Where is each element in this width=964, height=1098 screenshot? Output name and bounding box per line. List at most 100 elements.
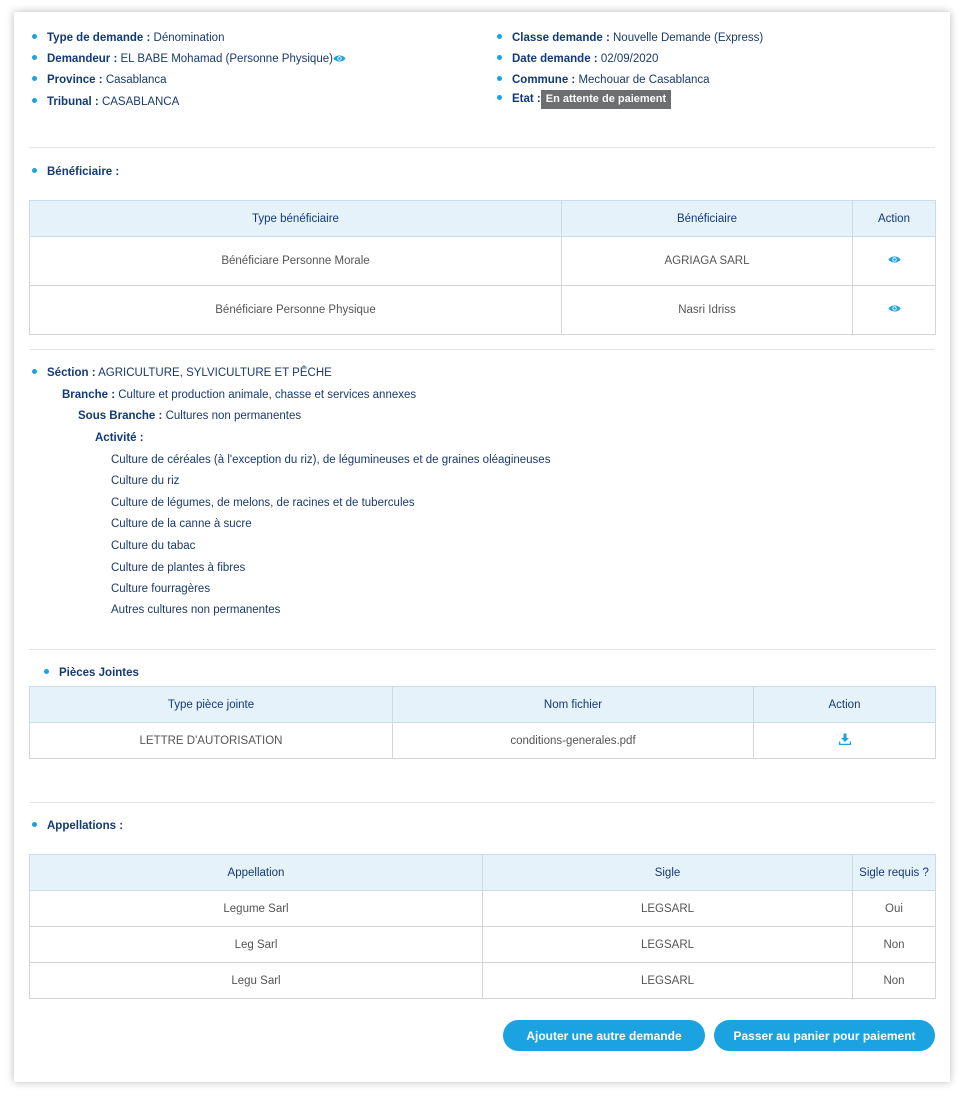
appellation-cell: Leg Sarl xyxy=(29,926,483,963)
appellations-table: Appellation Sigle Sigle requis ? Legume … xyxy=(29,854,936,999)
table-header-row: Type pièce jointe Nom fichier Action xyxy=(29,686,936,723)
table-row: Legu Sarl LEGSARL Non xyxy=(29,962,936,999)
column-header: Bénéficiaire xyxy=(561,200,853,237)
sigle-requis-cell: Non xyxy=(852,926,936,963)
bullet-icon xyxy=(44,669,49,675)
sigle-cell: LEGSARL xyxy=(482,890,853,927)
pieces-jointes-table: Type pièce jointe Nom fichier Action LET… xyxy=(29,686,936,759)
activite-item: Culture de légumes, de melons, de racine… xyxy=(111,497,415,509)
beneficiaire-type-cell: Bénéficiare Personne Morale xyxy=(29,236,562,286)
pieces-jointes-title: Pièces Jointes xyxy=(59,667,139,679)
activite-label: Activité : xyxy=(95,432,144,444)
bullet-icon xyxy=(32,98,37,104)
table-header-row: Appellation Sigle Sigle requis ? xyxy=(29,854,936,891)
date-demande-label: Date demande : xyxy=(512,53,598,65)
column-header: Sigle requis ? xyxy=(852,854,936,891)
sigle-requis-cell: Oui xyxy=(852,890,936,927)
activite-row: Activité : xyxy=(95,432,144,444)
table-row: Legume Sarl LEGSARL Oui xyxy=(29,890,936,927)
etat-label: Etat : xyxy=(512,93,541,105)
appellations-title: Appellations : xyxy=(47,820,124,832)
column-header: Action xyxy=(852,200,936,237)
activite-item: Autres cultures non permanentes xyxy=(111,604,281,616)
table-header-row: Type bénéficiaire Bénéficiaire Action xyxy=(29,200,936,237)
demande-card: Type de demande : Dénomination Demandeur… xyxy=(14,12,950,1082)
commune-value: Mechouar de Casablanca xyxy=(578,74,710,86)
eye-icon[interactable] xyxy=(333,54,346,63)
column-header: Type pièce jointe xyxy=(29,686,393,723)
province-row: Province : Casablanca xyxy=(32,74,167,86)
eye-icon[interactable] xyxy=(888,255,901,264)
sigle-cell: LEGSARL xyxy=(482,926,853,963)
table-row: Bénéficiare Personne Morale AGRIAGA SARL xyxy=(29,236,936,286)
beneficiaire-name-cell: AGRIAGA SARL xyxy=(561,236,853,286)
tribunal-label: Tribunal : xyxy=(47,96,99,108)
branche-label: Branche : xyxy=(62,389,116,401)
download-icon[interactable] xyxy=(838,733,851,745)
divider xyxy=(29,802,935,803)
classe-demande-label: Classe demande : xyxy=(512,32,610,44)
sigle-cell: LEGSARL xyxy=(482,962,853,999)
section-row: Séction : AGRICULTURE, SYLVICULTURE ET P… xyxy=(32,367,332,379)
demandeur-value: EL BABE Mohamad (Personne Physique) xyxy=(120,53,333,65)
piece-type-cell: LETTRE D'AUTORISATION xyxy=(29,722,393,759)
sous-branche-label: Sous Branche : xyxy=(78,410,163,422)
column-header: Sigle xyxy=(482,854,853,891)
beneficiaire-title: Bénéficiaire : xyxy=(47,166,120,178)
bullet-icon xyxy=(32,55,37,61)
file-name-cell: conditions-generales.pdf xyxy=(392,722,754,759)
type-demande-value: Dénomination xyxy=(153,32,225,44)
bullet-icon xyxy=(32,168,37,174)
pay-cart-button[interactable]: Passer au panier pour paiement xyxy=(714,1020,935,1051)
commune-label: Commune : xyxy=(512,74,576,86)
bullet-icon xyxy=(32,822,37,828)
pieces-jointes-title-row: Pièces Jointes xyxy=(44,667,139,679)
activite-item: Culture de céréales (à l'exception du ri… xyxy=(111,454,551,466)
activite-item: Culture de la canne à sucre xyxy=(111,518,252,530)
type-demande-row: Type de demande : Dénomination xyxy=(32,32,224,44)
province-label: Province : xyxy=(47,74,103,86)
bullet-icon xyxy=(497,55,502,61)
table-row: LETTRE D'AUTORISATION conditions-general… xyxy=(29,722,936,759)
tribunal-row: Tribunal : CASABLANCA xyxy=(32,96,179,108)
table-row: Leg Sarl LEGSARL Non xyxy=(29,926,936,963)
column-header: Appellation xyxy=(29,854,483,891)
tribunal-value: CASABLANCA xyxy=(101,96,180,108)
branche-value: Culture et production animale, chasse et… xyxy=(118,389,417,401)
divider xyxy=(29,649,935,650)
classe-demande-row: Classe demande : Nouvelle Demande (Expre… xyxy=(497,32,763,44)
activite-item: Culture fourragères xyxy=(111,583,211,595)
demandeur-label: Demandeur : xyxy=(47,53,118,65)
activite-item: Culture de plantes à fibres xyxy=(111,562,246,574)
sigle-requis-cell: Non xyxy=(852,962,936,999)
branche-row: Branche : Culture et production animale,… xyxy=(62,389,416,401)
eye-icon[interactable] xyxy=(888,304,901,313)
bullet-icon xyxy=(32,76,37,82)
sous-branche-row: Sous Branche : Cultures non permanentes xyxy=(78,410,301,422)
table-row: Bénéficiare Personne Physique Nasri Idri… xyxy=(29,285,936,335)
divider xyxy=(29,147,935,148)
bullet-icon xyxy=(497,76,502,82)
column-header: Nom fichier xyxy=(392,686,754,723)
appellations-title-row: Appellations : xyxy=(32,820,123,832)
date-demande-row: Date demande : 02/09/2020 xyxy=(497,53,658,65)
activite-item: Culture du tabac xyxy=(111,540,196,552)
beneficiaire-table: Type bénéficiaire Bénéficiaire Action Bé… xyxy=(29,200,936,335)
add-demande-button[interactable]: Ajouter une autre demande xyxy=(503,1020,705,1051)
section-value: AGRICULTURE, SYLVICULTURE ET PÊCHE xyxy=(98,367,332,379)
etat-row: Etat : En attente de paiement xyxy=(497,90,672,109)
demandeur-row: Demandeur : EL BABE Mohamad (Personne Ph… xyxy=(32,53,346,65)
status-badge: En attente de paiement xyxy=(540,90,672,109)
action-cell xyxy=(852,285,936,335)
bullet-icon xyxy=(497,34,502,40)
beneficiaire-title-row: Bénéficiaire : xyxy=(32,166,119,178)
beneficiaire-name-cell: Nasri Idriss xyxy=(561,285,853,335)
classe-demande-value: Nouvelle Demande (Express) xyxy=(613,32,764,44)
action-cell xyxy=(852,236,936,286)
appellation-cell: Legume Sarl xyxy=(29,890,483,927)
beneficiaire-type-cell: Bénéficiare Personne Physique xyxy=(29,285,562,335)
column-header: Type bénéficiaire xyxy=(29,200,562,237)
type-demande-label: Type de demande : xyxy=(47,32,151,44)
bullet-icon xyxy=(32,34,37,40)
sous-branche-value: Cultures non permanentes xyxy=(165,410,302,422)
